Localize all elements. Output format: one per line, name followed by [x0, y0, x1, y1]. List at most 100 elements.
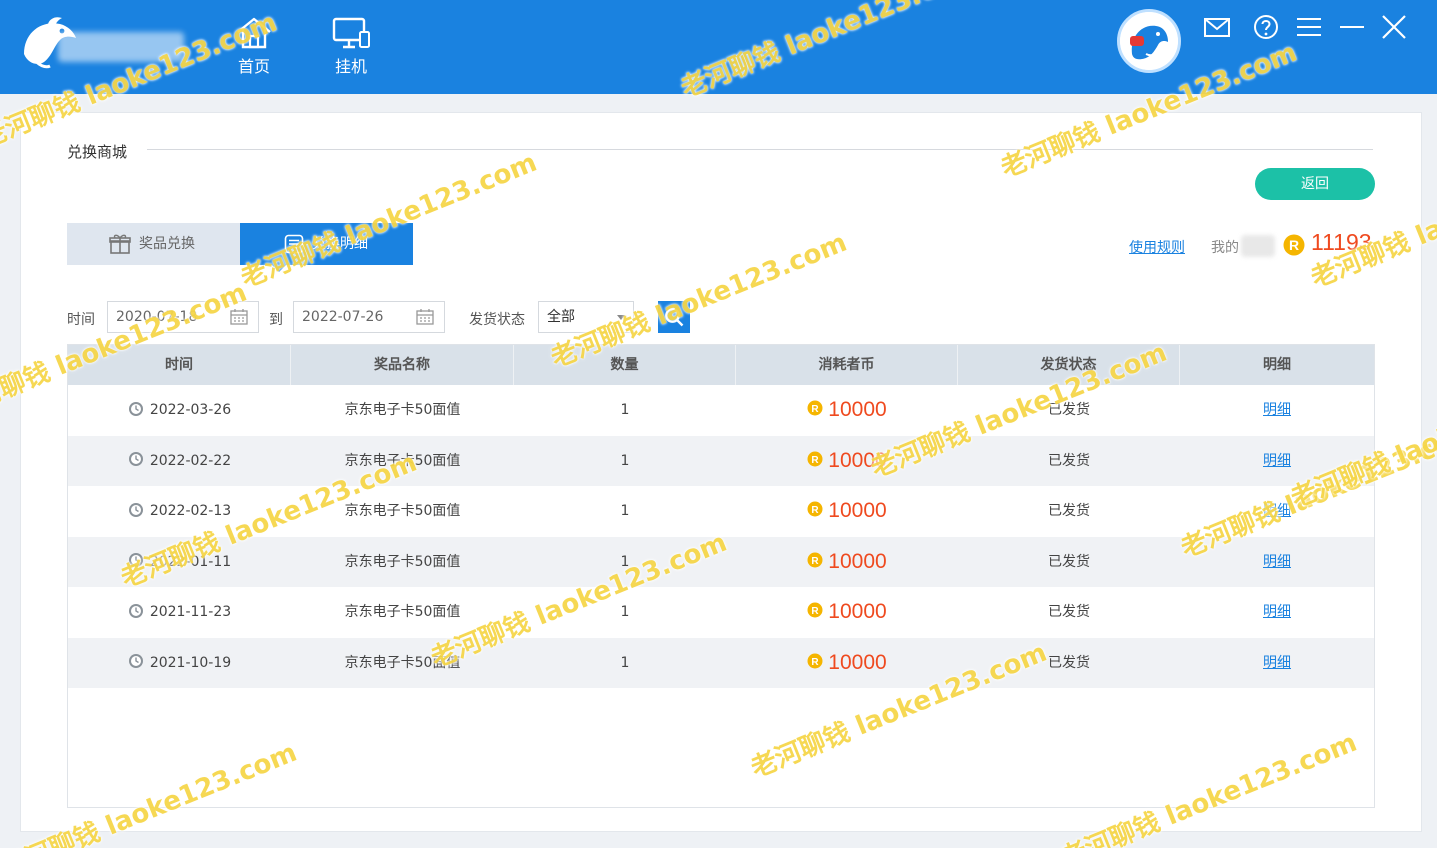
- title-bar: 首页 挂机: [0, 0, 1437, 94]
- cell-name: 京东电子卡50面值: [344, 654, 461, 671]
- search-icon: [665, 308, 684, 327]
- cell-status: 已发货: [1048, 402, 1090, 418]
- cell-detail: 明细: [1180, 385, 1374, 435]
- my-coins-label: 我的: [1211, 240, 1239, 256]
- col-header-detail: 明细: [1263, 357, 1291, 373]
- cell-name: 京东电子卡50面值: [344, 604, 461, 620]
- cell-name: 京东电子卡50面值: [344, 402, 461, 418]
- coins-spent-value: 10000: [828, 600, 887, 623]
- coin-icon: R: [807, 400, 823, 416]
- help-icon[interactable]: [1249, 10, 1283, 44]
- clock-icon: [128, 452, 143, 466]
- col-header-coins-spent: 消耗者币: [736, 345, 958, 385]
- nav-hangup-label: 挂机: [334, 57, 367, 76]
- coin-icon: R: [807, 602, 823, 618]
- coin-balance: 11193: [1311, 229, 1372, 255]
- cell-qty: 1: [620, 452, 630, 469]
- cell-status: 已发货: [1048, 452, 1090, 469]
- calendar-icon[interactable]: [416, 309, 434, 325]
- cell-name: 京东电子卡50面值: [344, 452, 461, 469]
- home-icon: [237, 17, 271, 49]
- end-date-input[interactable]: 2022-07-26: [293, 301, 445, 333]
- detail-link[interactable]: 明细: [1263, 402, 1291, 418]
- cell-date: 2022-02-13: [68, 486, 291, 536]
- cell-qty: 1: [620, 553, 630, 570]
- tab-bar: 奖品兑换 兑换明细: [67, 223, 413, 265]
- start-date-value: 2020-07-18: [116, 309, 198, 325]
- coin-icon: R: [807, 501, 823, 517]
- record-date: 2022-03-26: [149, 402, 232, 418]
- cell-cost: R 10000: [736, 385, 958, 435]
- record-date: 2022-02-22: [149, 452, 232, 469]
- cell-cost: R 10000: [736, 638, 958, 688]
- close-icon[interactable]: [1377, 10, 1411, 44]
- col-header-prize-name: 奖品名称: [291, 345, 514, 385]
- cell-status: 已发货: [1048, 553, 1090, 570]
- svg-text:R: R: [812, 606, 820, 617]
- svg-text:R: R: [1289, 237, 1299, 253]
- mail-icon[interactable]: [1200, 10, 1234, 44]
- col-header-time: 时间: [68, 345, 291, 385]
- section-divider: [147, 149, 1373, 150]
- end-date-value: 2022-07-26: [302, 309, 384, 325]
- clock-icon: [128, 502, 143, 517]
- col-header-quantity: 数量: [514, 345, 736, 385]
- cell-qty: 1: [620, 654, 630, 671]
- usage-rules-link[interactable]: 使用规则: [1129, 237, 1185, 257]
- list-icon: [284, 234, 304, 254]
- table-row: 2022-01-11 京东电子卡50面值 1 R 10000 已发货 明细: [68, 536, 1374, 587]
- back-button[interactable]: 返回: [1255, 168, 1375, 200]
- date-range-to-label: 到: [269, 312, 283, 328]
- shipping-status-select[interactable]: 全部: [538, 301, 634, 333]
- svg-text:R: R: [812, 657, 820, 668]
- svg-text:R: R: [812, 505, 820, 516]
- cell-cost: R 10000: [736, 587, 958, 637]
- tab-prize-exchange[interactable]: 奖品兑换: [67, 223, 240, 265]
- shipping-status-label: 发货状态: [469, 312, 525, 328]
- detail-link[interactable]: 明细: [1263, 604, 1291, 620]
- table-row: 2022-02-13 京东电子卡50面值 1 R 10000 已发货 明细: [68, 486, 1374, 536]
- cell-status: 已发货: [1048, 604, 1090, 620]
- table-header: 时间 奖品名称 数量 消耗者币 发货状态 明细: [68, 345, 1374, 385]
- coin-icon: R: [807, 653, 823, 668]
- tab-exchange-details-label: 兑换明细: [312, 236, 368, 252]
- nav-home-label: 首页: [237, 57, 270, 76]
- record-date: 2022-01-11: [149, 553, 232, 570]
- cell-date: 2021-11-23: [68, 587, 291, 637]
- svg-text:R: R: [812, 455, 820, 466]
- detail-link[interactable]: 明细: [1263, 655, 1291, 671]
- cell-status: 已发货: [1048, 503, 1090, 519]
- cell-detail: 明细: [1180, 537, 1374, 587]
- clock-icon: [128, 603, 143, 618]
- cell-detail: 明细: [1180, 587, 1374, 637]
- col-header-shipping-status: 发货状态: [958, 345, 1180, 385]
- start-date-input[interactable]: 2020-07-18: [107, 301, 259, 333]
- cell-date: 2022-03-26: [68, 385, 291, 435]
- search-button[interactable]: [658, 301, 690, 333]
- detail-link[interactable]: 明细: [1263, 453, 1291, 469]
- cell-status: 已发货: [1048, 654, 1090, 671]
- user-avatar[interactable]: [1117, 9, 1181, 73]
- record-date: 2021-10-19: [149, 654, 232, 671]
- cell-detail: 明细: [1180, 486, 1374, 536]
- calendar-icon[interactable]: [230, 309, 248, 325]
- section-title: 兑换商城: [67, 141, 140, 162]
- table-row: 2021-10-19 京东电子卡50面值 1 R 10000 已发货 明细: [68, 637, 1374, 688]
- cell-cost: R 10000: [736, 537, 958, 587]
- exchange-records-table: 时间 奖品名称 数量 消耗者币 发货状态 明细 2022-03-26 京东电子卡5…: [67, 344, 1375, 808]
- clock-icon: [128, 654, 143, 668]
- time-filter-label: 时间: [67, 312, 95, 328]
- tab-prize-exchange-label: 奖品兑换: [139, 236, 195, 252]
- detail-link[interactable]: 明细: [1263, 503, 1291, 519]
- monitor-icon: [332, 17, 370, 49]
- cell-cost: R 10000: [736, 436, 958, 486]
- nav-home[interactable]: 首页: [219, 16, 289, 80]
- menu-icon[interactable]: [1292, 10, 1326, 44]
- cell-detail: 明细: [1180, 638, 1374, 688]
- nav-hangup[interactable]: 挂机: [316, 16, 386, 80]
- cell-date: 2021-10-19: [68, 638, 291, 688]
- gift-icon: [109, 234, 131, 254]
- detail-link[interactable]: 明细: [1263, 554, 1291, 570]
- minimize-icon[interactable]: [1335, 10, 1369, 44]
- tab-exchange-details[interactable]: 兑换明细: [240, 223, 413, 265]
